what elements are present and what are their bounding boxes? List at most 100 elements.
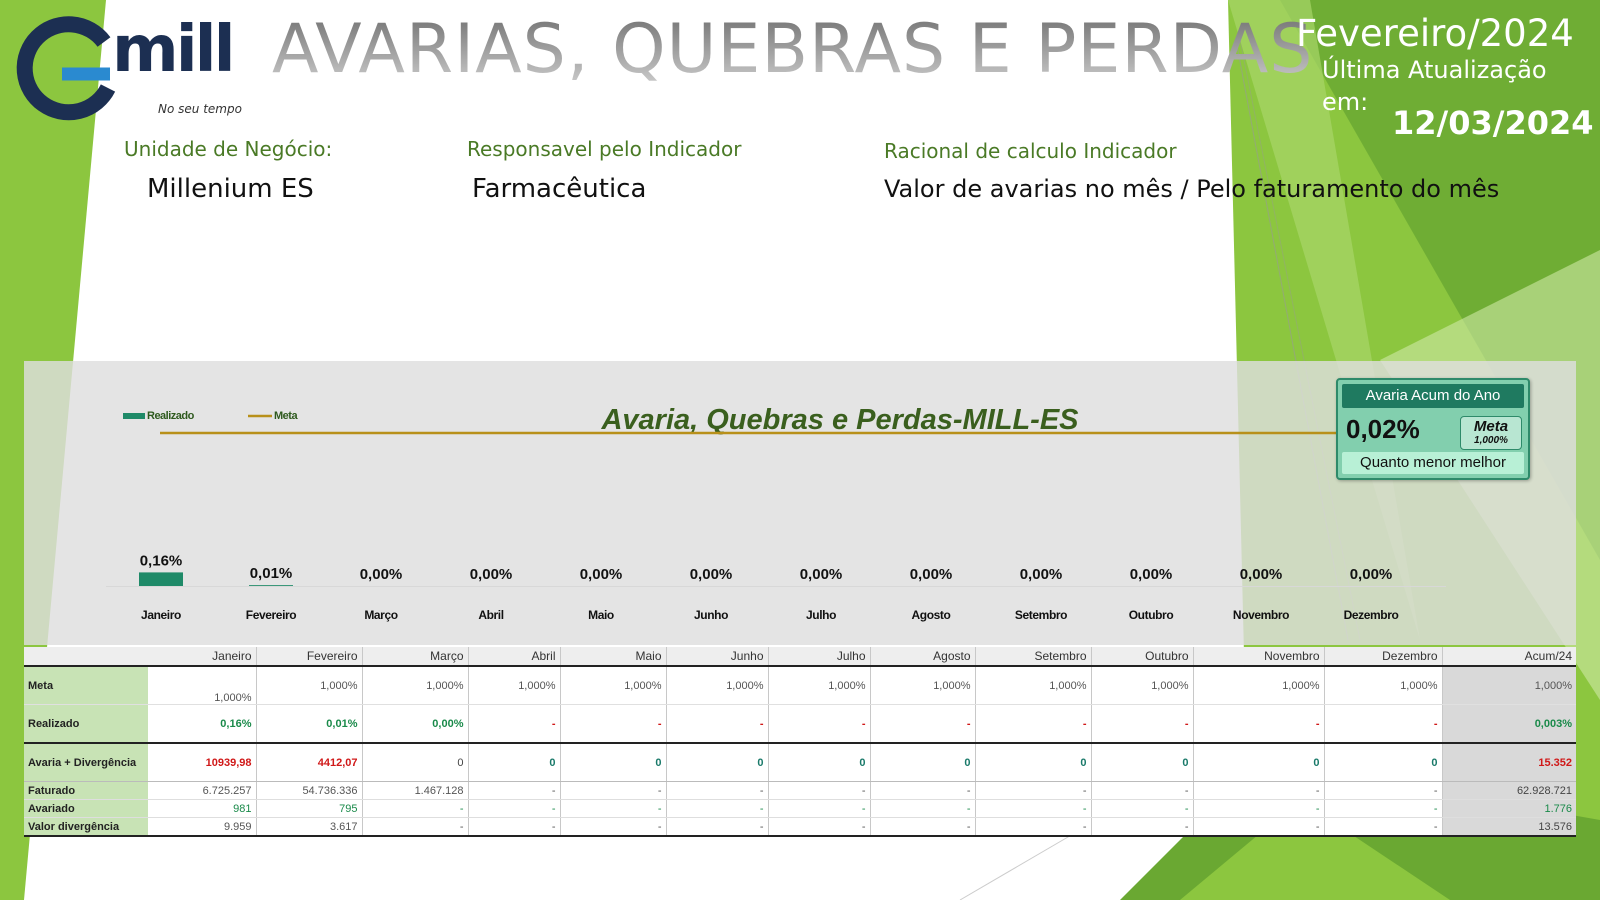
- table-cell: 1,000%: [975, 666, 1092, 705]
- table-cell: -: [768, 704, 871, 744]
- table-cell: 0,00%: [362, 704, 469, 744]
- row-label: Avariado: [24, 799, 148, 818]
- table-cell: -: [975, 799, 1092, 818]
- table-cell: -: [870, 781, 976, 800]
- update-label-suffix: em:: [1322, 88, 1369, 116]
- x-tick-label: Fevereiro: [246, 608, 296, 622]
- row-label: Faturado: [24, 781, 148, 800]
- table-cell: 3.617: [256, 817, 363, 837]
- table-cell: -: [870, 817, 976, 837]
- table-cell: -: [468, 704, 561, 744]
- table-cell: -: [768, 781, 871, 800]
- bar-value-label: 0,00%: [690, 566, 733, 583]
- bar-fevereiro: [249, 585, 293, 586]
- table-cell: -: [560, 799, 667, 818]
- table-cell: -: [1193, 704, 1325, 744]
- bar-value-label: 0,00%: [1350, 566, 1393, 583]
- table-header-cell: Janeiro: [148, 647, 257, 667]
- legend-label-meta: Meta: [274, 410, 298, 422]
- table-row: Realizado 0,16% 0,01% 0,00% - - - - - - - - -0,003%: [24, 704, 1576, 744]
- kpi-meta-label: Meta: [1473, 418, 1509, 435]
- table-cell: 0: [1193, 743, 1325, 782]
- x-tick-label: Janeiro: [141, 608, 181, 622]
- table-cell: -: [1091, 781, 1194, 800]
- bar-value-label: 0,00%: [800, 566, 843, 583]
- bar-janeiro: [139, 572, 183, 586]
- table-cell: -: [362, 799, 469, 818]
- table-cell: -: [975, 817, 1092, 837]
- table-cell: 1,000%: [768, 666, 871, 705]
- logo-tagline: No seu tempo: [158, 102, 242, 116]
- table-cell: 1,000%: [468, 666, 561, 705]
- calc-rule-value: Valor de avarias no mês / Pelo faturamen…: [884, 175, 1500, 203]
- chart-legend: Realizado Meta: [123, 410, 299, 422]
- chart-title: Avaria, Quebras e Perdas-MILL-ES: [600, 404, 1079, 436]
- kpi-card: Avaria Acum do Ano 0,02% Meta 1,000% Qua…: [1336, 378, 1530, 480]
- table-cell: 0,003%: [1442, 704, 1576, 744]
- x-tick-label: Dezembro: [1344, 608, 1399, 622]
- table-cell: 0: [1324, 743, 1443, 782]
- table-cell: 0,16%: [148, 704, 257, 744]
- table-cell: -: [768, 799, 871, 818]
- table-cell: 0: [560, 743, 667, 782]
- table-cell: -: [1091, 704, 1194, 744]
- table-cell: -: [975, 781, 1092, 800]
- report-period: Fevereiro/2024: [1296, 12, 1574, 55]
- table-header-cell: Março: [362, 647, 469, 667]
- logo-wordmark: mill: [112, 13, 235, 87]
- table-cell: 981: [148, 799, 257, 818]
- table-cell: 1,000%: [1324, 666, 1443, 705]
- table-cell: -: [666, 781, 769, 800]
- chart-plot-area: 1,000%0,16%Janeiro0,01%Fevereiro0,00%Mar…: [106, 429, 1446, 622]
- table-cell: -: [1091, 817, 1194, 837]
- table-header-cell: Acum/24: [1442, 647, 1576, 667]
- table-header-corner: [24, 647, 148, 667]
- x-tick-label: Junho: [694, 608, 728, 622]
- table-cell: 10939,98: [148, 743, 257, 782]
- table-header-cell: Novembro: [1193, 647, 1325, 667]
- x-tick-label: Novembro: [1233, 608, 1289, 622]
- table-header-cell: Abril: [468, 647, 561, 667]
- table-cell: 1.467.128: [362, 781, 469, 800]
- owner-label: Responsavel pelo Indicador: [467, 137, 742, 161]
- table-cell: 0: [1091, 743, 1194, 782]
- table-row: Avariado 981 795- - - - - - - - - -1.776: [24, 799, 1576, 818]
- table-cell: -: [1193, 799, 1325, 818]
- table-cell: -: [560, 704, 667, 744]
- table-cell: 0: [870, 743, 976, 782]
- x-tick-label: Outubro: [1129, 608, 1174, 622]
- table-header-cell: Dezembro: [1324, 647, 1443, 667]
- table-cell: -: [1324, 781, 1443, 800]
- table-cell: -: [768, 817, 871, 837]
- owner-value: Farmacêutica: [472, 174, 647, 204]
- x-tick-label: Março: [364, 608, 397, 622]
- row-label: Avaria + Divergência: [24, 743, 148, 782]
- table-cell: 1.776: [1442, 799, 1576, 818]
- table-cell: 4412,07: [256, 743, 363, 782]
- bar-value-label: 0,00%: [470, 566, 513, 583]
- kpi-title: Avaria Acum do Ano: [1342, 384, 1524, 408]
- table-cell: 795: [256, 799, 363, 818]
- bar-value-label: 0,00%: [1130, 566, 1173, 583]
- table-header-cell: Junho: [666, 647, 769, 667]
- table-cell: 0,01%: [256, 704, 363, 744]
- table-header-cell: Maio: [560, 647, 667, 667]
- data-table: Janeiro Fevereiro Março Abril Maio Junho Julho…: [24, 647, 1576, 837]
- x-tick-label: Julho: [806, 608, 836, 622]
- row-label: Valor divergência: [24, 817, 148, 837]
- table-cell: -: [468, 799, 561, 818]
- legend-swatch-realizado: [123, 413, 145, 419]
- table-cell: -: [1091, 799, 1194, 818]
- table-cell: -: [1324, 817, 1443, 837]
- bar-value-label: 0,16%: [140, 552, 183, 569]
- bar-value-label: 0,00%: [910, 566, 953, 583]
- x-tick-label: Agosto: [912, 608, 951, 622]
- table-row: Avaria + Divergência 10939,98 4412,07 0 0 0 0 0…: [24, 743, 1576, 782]
- x-tick-label: Maio: [588, 608, 614, 622]
- table-cell: 1,000%: [870, 666, 976, 705]
- table-cell: -: [1324, 704, 1443, 744]
- table-cell: -: [1193, 817, 1325, 837]
- table-cell: -: [666, 817, 769, 837]
- kpi-meta-box: Meta 1,000%: [1460, 416, 1522, 450]
- table-header-cell: Outubro: [1091, 647, 1194, 667]
